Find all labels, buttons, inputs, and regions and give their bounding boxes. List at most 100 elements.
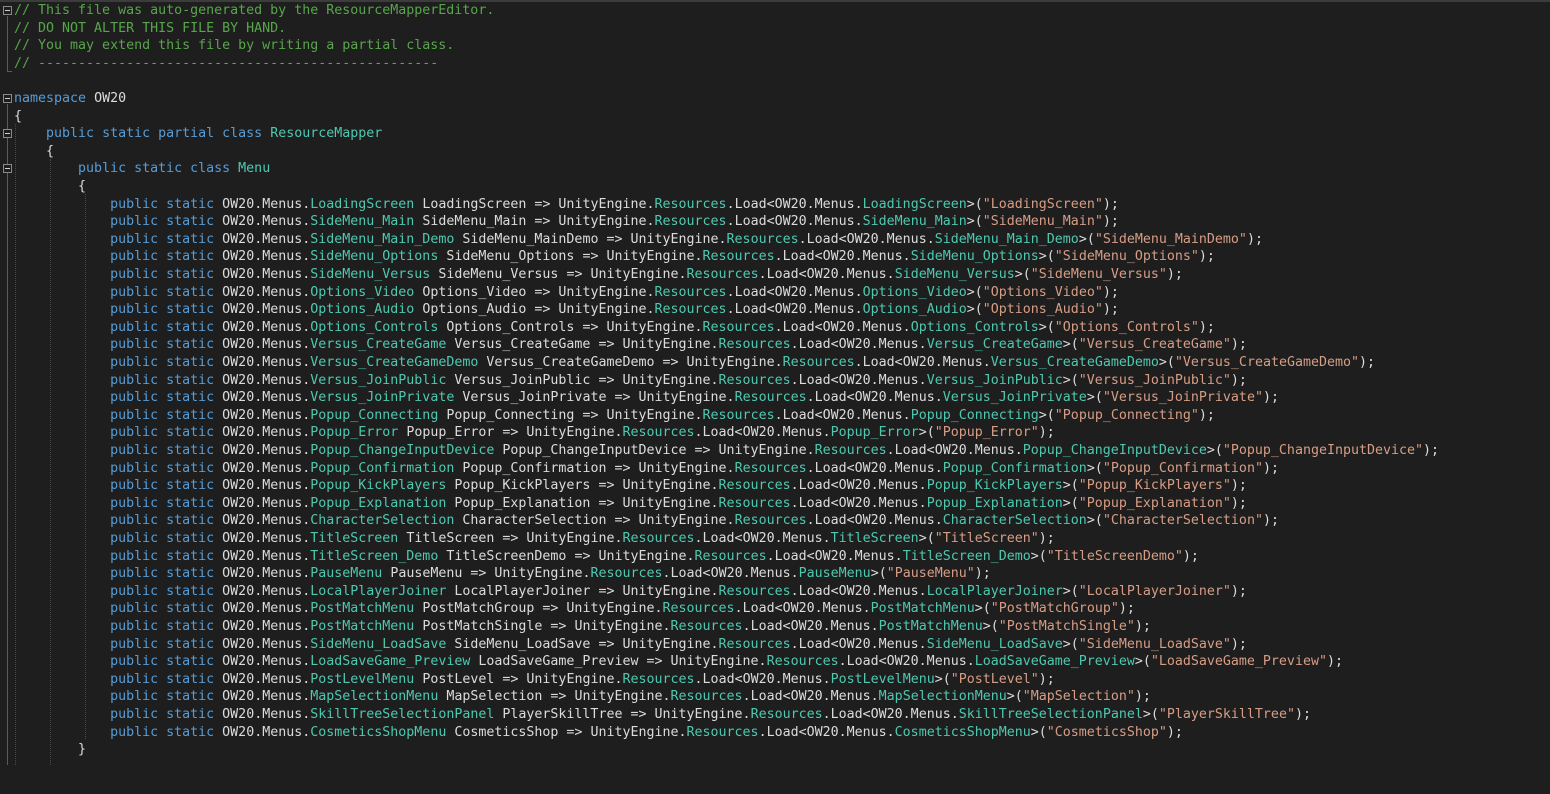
namespace-prefix: OW20.Menus. <box>222 495 311 511</box>
load-call: .Load<OW20.Menus. <box>694 425 831 441</box>
resources-class: Resources <box>590 566 663 582</box>
code-line-class: public static partial class ResourceMapp… <box>0 125 1550 143</box>
brace: } <box>78 742 87 758</box>
resources-class: Resources <box>734 390 807 406</box>
resource-key: "SideMenu_Main" <box>982 214 1103 230</box>
code-line-member: public static OW20.Menus.TitleScreen_Dem… <box>0 548 1550 566</box>
keyword: public static <box>110 513 215 529</box>
arrow-text: => UnityEngine. <box>526 302 655 318</box>
type-name: SideMenu_Main_Demo <box>934 231 1079 247</box>
namespace-prefix: OW20.Menus. <box>222 724 311 740</box>
statement-end: ); <box>1102 214 1119 230</box>
paren: >( <box>918 425 935 441</box>
statement-end: ); <box>1102 284 1119 300</box>
keyword: public static <box>110 495 215 511</box>
resources-class: Resources <box>622 531 695 546</box>
load-call: .Load<OW20.Menus. <box>806 390 943 406</box>
statement-end: ); <box>1134 689 1151 705</box>
statement-end: ); <box>1230 372 1247 388</box>
paren: >( <box>1142 707 1159 722</box>
type-name: Popup_Connecting <box>310 407 439 423</box>
statement-end: ); <box>1423 443 1440 458</box>
code-line-brace: { <box>0 108 1550 126</box>
namespace-prefix: OW20.Menus. <box>222 478 311 494</box>
namespace-prefix: OW20.Menus. <box>222 319 311 335</box>
arrow-text: => UnityEngine. <box>574 319 703 335</box>
member-name: SideMenu_Main <box>422 214 527 230</box>
member-name: Popup_Explanation <box>454 495 591 511</box>
resource-key: "CosmeticsShop" <box>1046 724 1167 740</box>
type-name: SideMenu_LoadSave <box>310 636 447 652</box>
resources-class: Resources <box>686 724 759 740</box>
collapse-icon[interactable] <box>3 129 12 139</box>
comment-text: // This file was auto-generated by the R… <box>14 3 495 18</box>
member-name: Versus_CreateGameDemo <box>486 355 655 370</box>
type-name: SideMenu_Options <box>910 249 1039 265</box>
namespace-prefix: OW20.Menus. <box>222 337 311 353</box>
arrow-text: => UnityEngine. <box>590 495 719 511</box>
keyword: public static partial class <box>46 126 263 142</box>
statement-end: ); <box>1166 724 1183 740</box>
paren: >( <box>1062 583 1079 599</box>
paren: >( <box>1062 372 1079 388</box>
load-call: .Load<OW20.Menus. <box>790 495 927 511</box>
keyword: public static <box>110 284 215 300</box>
namespace-prefix: OW20.Menus. <box>222 443 311 458</box>
namespace-prefix: OW20.Menus. <box>222 531 311 546</box>
paren: >( <box>966 302 983 318</box>
collapse-icon[interactable] <box>3 94 12 103</box>
arrow-text: => UnityEngine. <box>542 619 671 634</box>
type-name: LoadSaveGame_Preview <box>974 654 1135 670</box>
resources-class: Resources <box>686 267 759 282</box>
code-line-inner-class: public static class Menu <box>0 160 1550 178</box>
statement-end: ); <box>974 566 991 582</box>
load-call: .Load<OW20.Menus. <box>742 689 879 705</box>
namespace-prefix: OW20.Menus. <box>222 583 311 599</box>
resources-class: Resources <box>654 214 727 230</box>
code-line-member: public static OW20.Menus.Popup_Error Pop… <box>0 424 1550 442</box>
resources-class: Resources <box>766 654 839 670</box>
code-editor[interactable]: // This file was auto-generated by the R… <box>0 2 1550 765</box>
type-name: CharacterSelection <box>942 513 1087 529</box>
paren: >( <box>1030 724 1047 740</box>
paren: >( <box>1006 689 1023 705</box>
keyword: public static <box>110 319 215 335</box>
comment-text: // DO NOT ALTER THIS FILE BY HAND. <box>14 20 287 36</box>
arrow-text: => UnityEngine. <box>590 636 719 652</box>
resource-key: "CharacterSelection" <box>1102 513 1263 529</box>
statement-end: ); <box>1230 337 1247 353</box>
resource-key: "PostLevel" <box>950 671 1039 687</box>
member-name: Popup_Confirmation <box>462 460 607 476</box>
resources-class: Resources <box>654 284 727 300</box>
collapse-icon[interactable] <box>3 6 12 15</box>
member-name: Versus_JoinPrivate <box>462 390 607 406</box>
keyword: public static <box>110 407 215 423</box>
type-name: SideMenu_Versus <box>894 267 1015 282</box>
collapse-icon[interactable] <box>3 164 12 174</box>
resource-key: "PauseMenu" <box>886 566 975 582</box>
type-name: PostMatchMenu <box>878 619 983 634</box>
resource-key: "SideMenu_MainDemo" <box>1094 231 1247 247</box>
code-line-1: // This file was auto-generated by the R… <box>0 2 1550 20</box>
member-name: Versus_CreateGame <box>454 337 591 353</box>
member-name: TitleScreen <box>406 531 495 546</box>
arrow-text: => UnityEngine. <box>590 478 719 494</box>
type-name: CosmeticsShopMenu <box>310 724 447 740</box>
load-call: .Load<OW20.Menus. <box>726 284 863 300</box>
member-name: PostMatchGroup <box>422 601 535 617</box>
load-call: .Load<OW20.Menus. <box>774 249 911 265</box>
